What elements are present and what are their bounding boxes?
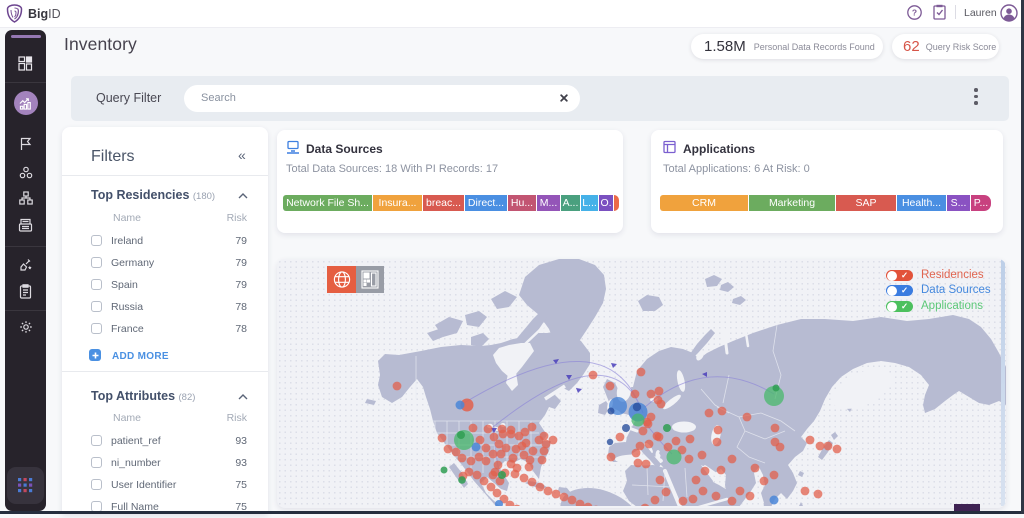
svg-text:?: ? — [912, 8, 917, 18]
